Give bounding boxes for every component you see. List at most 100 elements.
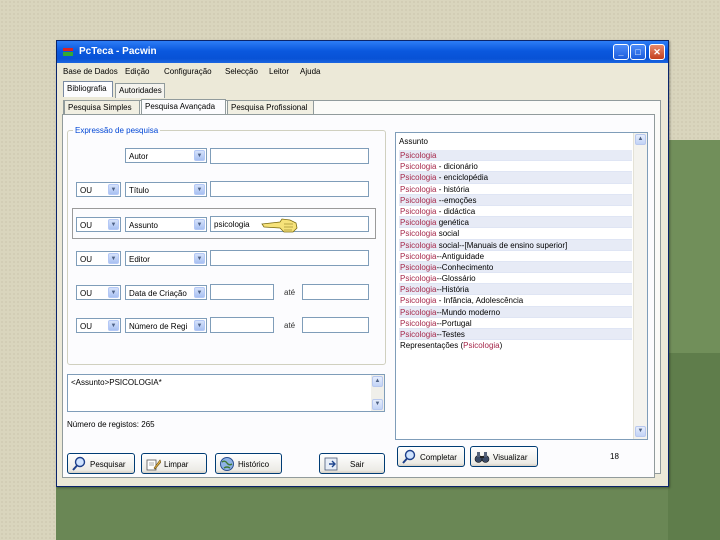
search-button[interactable]: Pesquisar xyxy=(67,453,135,474)
menu-configuracao[interactable]: Configuração xyxy=(164,67,212,76)
subject-list-item[interactable]: Psicologia genética xyxy=(399,217,632,229)
subject-rest: --Antiguidade xyxy=(436,251,485,261)
subject-list-item[interactable]: Psicologia--Antiguidade xyxy=(399,251,632,262)
subject-list-item[interactable]: Psicologia - Infância, Adolescência xyxy=(399,295,632,307)
subject-list-item[interactable]: Psicologia xyxy=(399,150,632,162)
minimize-button[interactable]: _ xyxy=(613,44,629,60)
subject-list-item[interactable]: Psicologia - dicionário xyxy=(399,161,632,173)
subject-list-scrollbar[interactable]: ▲ ▼ xyxy=(633,133,647,439)
subject-term: Psicologia xyxy=(400,285,437,295)
maximize-button[interactable]: □ xyxy=(630,44,646,60)
field-select-2[interactable]: Título ▼ xyxy=(125,182,207,197)
menu-base-de-dados[interactable]: Base de Dados xyxy=(63,67,118,76)
subject-term: Psicologia xyxy=(400,195,437,205)
field-select-3[interactable]: Assunto ▼ xyxy=(125,217,207,232)
subject-list-item[interactable]: Representações (Psicologia) xyxy=(399,340,632,351)
subject-list-item[interactable]: Psicologia --emoções xyxy=(399,194,632,206)
subject-term: Psicologia xyxy=(400,173,437,183)
subject-prefix: Representações ( xyxy=(400,341,464,351)
subject-rest: genética xyxy=(436,218,469,228)
subject-term: Psicologia xyxy=(400,229,437,239)
chevron-down-icon: ▼ xyxy=(194,150,205,161)
tab-pesquisa-simples[interactable]: Pesquisa Simples xyxy=(64,100,140,114)
scroll-up-icon[interactable]: ▲ xyxy=(635,134,646,145)
operator-select-2[interactable]: OU ▼ xyxy=(76,182,121,197)
search-value-2[interactable] xyxy=(210,181,369,197)
tab-pesquisa-profissional[interactable]: Pesquisa Profissional xyxy=(227,100,314,114)
subject-list-item[interactable]: Psicologia--História xyxy=(399,284,632,296)
subject-term: Psicologia xyxy=(400,318,437,328)
subject-term: Psicologia xyxy=(400,251,437,261)
subject-term: Psicologia xyxy=(400,240,437,250)
menu-edicao[interactable]: Edição xyxy=(125,67,149,76)
subject-list-item[interactable]: Psicologia social xyxy=(399,228,632,240)
subject-rest: - didáctica xyxy=(436,206,476,216)
subject-rest: - dicionário xyxy=(436,162,478,172)
subject-rest: --Conhecimento xyxy=(436,262,494,272)
subject-list-item[interactable]: Psicologia--Glossário xyxy=(399,273,632,285)
subject-list[interactable]: Assunto Psicologia Psicologia - dicionári… xyxy=(395,132,648,440)
field-select-5[interactable]: Data de Criação ▼ xyxy=(125,285,207,300)
expression-scrollbar[interactable]: ▲ ▼ xyxy=(371,375,384,411)
window-title: PcTeca - Pacwin xyxy=(79,46,157,57)
subject-list-item[interactable]: Psicologia - história xyxy=(399,184,632,195)
field-select-6[interactable]: Número de Regi ▼ xyxy=(125,318,207,333)
menu-seleccao[interactable]: Selecção xyxy=(225,67,258,76)
subject-rows: Psicologia Psicologia - dicionário Psicolo… xyxy=(399,150,632,351)
subject-list-item[interactable]: Psicologia - enciclopédia xyxy=(399,172,632,184)
search-value-6-from[interactable] xyxy=(210,317,274,333)
operator-select-6[interactable]: OU ▼ xyxy=(76,318,121,333)
chevron-down-icon: ▼ xyxy=(194,253,205,264)
subject-rest: --Portugal xyxy=(436,318,472,328)
subject-rest: social--[Manuais de ensino superior] xyxy=(436,240,568,250)
tab-pesquisa-avancada[interactable]: Pesquisa Avançada xyxy=(141,99,226,114)
view-button[interactable]: Visualizar xyxy=(470,446,538,467)
title-bar[interactable]: PcTeca - Pacwin _ □ ✕ xyxy=(57,41,668,63)
background-green-block xyxy=(56,487,668,540)
subject-term: Psicologia xyxy=(400,218,437,228)
search-value-5-to[interactable] xyxy=(302,284,369,300)
subject-list-item[interactable]: Psicologia--Mundo moderno xyxy=(399,306,632,318)
scroll-up-icon[interactable]: ▲ xyxy=(372,376,383,387)
tab-autoridades[interactable]: Autoridades xyxy=(115,83,165,98)
chevron-down-icon: ▼ xyxy=(194,287,205,298)
subject-list-item[interactable]: Psicologia - didáctica xyxy=(399,206,632,218)
complete-button[interactable]: Completar xyxy=(397,446,465,467)
search-value-1[interactable] xyxy=(210,148,369,164)
tab-bibliografia[interactable]: Bibliografia xyxy=(63,81,113,97)
history-button[interactable]: Histórico xyxy=(215,453,282,474)
operator-select-4[interactable]: OU ▼ xyxy=(76,251,121,266)
magnifier-icon xyxy=(72,456,86,471)
field-select-4[interactable]: Editor ▼ xyxy=(125,251,207,266)
binoculars-icon xyxy=(474,452,490,463)
chevron-down-icon: ▼ xyxy=(108,287,119,298)
search-value-4[interactable] xyxy=(210,250,369,266)
field-select-1[interactable]: Autor ▼ xyxy=(125,148,207,163)
operator-select-5[interactable]: OU ▼ xyxy=(76,285,121,300)
subject-rest: social xyxy=(436,229,460,239)
subject-list-item[interactable]: Psicologia social--[Manuais de ensino su… xyxy=(399,239,632,251)
menu-ajuda[interactable]: Ajuda xyxy=(300,67,320,76)
clear-button[interactable]: Limpar xyxy=(141,453,207,474)
scroll-down-icon[interactable]: ▼ xyxy=(372,399,383,410)
exit-button[interactable]: Sair xyxy=(319,453,385,474)
search-expression-title: Expressão de pesquisa xyxy=(73,126,161,135)
chevron-down-icon: ▼ xyxy=(108,320,119,331)
search-value-6-to[interactable] xyxy=(302,317,369,333)
close-button[interactable]: ✕ xyxy=(649,44,665,60)
chevron-down-icon: ▼ xyxy=(194,184,205,195)
subject-list-item[interactable]: Psicologia--Testes xyxy=(399,329,632,341)
operator-select-3[interactable]: OU ▼ xyxy=(76,217,121,232)
subject-list-item[interactable]: Psicologia--Portugal xyxy=(399,318,632,329)
search-value-5-from[interactable] xyxy=(210,284,274,300)
menu-leitor[interactable]: Leitor xyxy=(269,67,289,76)
subject-term: Psicologia xyxy=(400,184,437,194)
app-icon xyxy=(63,48,73,56)
subject-list-item[interactable]: Psicologia--Conhecimento xyxy=(399,261,632,274)
subject-rest: - Infância, Adolescência xyxy=(436,296,524,306)
scroll-down-icon[interactable]: ▼ xyxy=(635,426,646,437)
search-expression-field[interactable]: <Assunto>PSICOLOGIA* ▲ ▼ xyxy=(67,374,385,412)
chevron-down-icon: ▼ xyxy=(194,219,205,230)
chevron-down-icon: ▼ xyxy=(108,253,119,264)
subject-term: Psicologia xyxy=(400,206,437,216)
